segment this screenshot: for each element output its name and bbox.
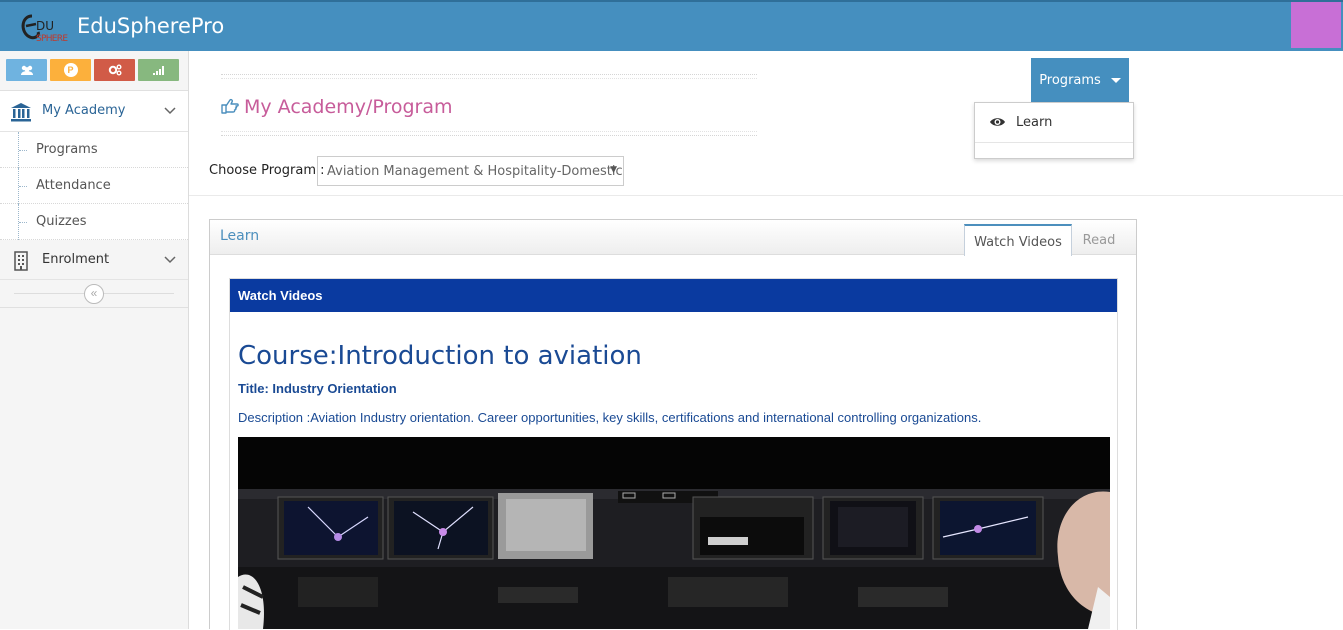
building-icon <box>14 251 28 271</box>
page-header: My Academy/Program <box>221 74 757 136</box>
sidebar-subitem-programs[interactable]: Programs <box>0 132 188 168</box>
sidebar-subitem-label: Programs <box>36 142 98 157</box>
program-select[interactable]: Aviation Management & Hospitality-Domest… <box>317 156 624 186</box>
sidebar-collapse-button[interactable]: « <box>84 284 104 304</box>
programs-button-label: Programs <box>1039 72 1101 88</box>
sidebar-subitem-attendance[interactable]: Attendance <box>0 168 188 204</box>
chevron-down-icon <box>164 107 176 115</box>
signal-icon <box>152 65 164 75</box>
shortcut-stats-button[interactable] <box>138 59 179 81</box>
cogs-icon <box>108 64 121 76</box>
widget-title: Learn <box>220 228 260 244</box>
widget-header: Learn Watch Videos Read <box>210 220 1136 256</box>
sidebar-subitem-label: Attendance <box>36 178 111 193</box>
programs-dropdown-menu: Learn <box>974 102 1134 159</box>
sidebar-item-label: Enrolment <box>42 252 110 267</box>
select-arrow-icon: ▼ <box>610 165 617 175</box>
course-title: Course:Introduction to aviation <box>238 341 642 371</box>
users-icon <box>20 65 33 75</box>
svg-text:SPHERE: SPHERE <box>36 34 68 44</box>
learn-widget: Learn Watch Videos Read Watch Videos Cou… <box>209 219 1137 630</box>
tab-watch-videos[interactable]: Watch Videos <box>964 224 1072 256</box>
cockpit-video-frame <box>238 437 1110 629</box>
program-select-value: Aviation Management & Hospitality-Domest… <box>327 164 623 179</box>
caret-down-icon <box>1110 77 1121 83</box>
shortcut-coins-button[interactable]: P <box>50 59 91 81</box>
sidebar-item-label: My Academy <box>42 103 126 118</box>
eye-icon <box>990 118 1005 126</box>
hand-pointer-icon <box>221 98 239 114</box>
brand-name[interactable]: EduSpherePro <box>77 14 224 38</box>
tab-read[interactable]: Read <box>1076 224 1122 256</box>
svg-text:DU: DU <box>36 19 54 33</box>
sidebar-collapse-row: « <box>0 280 188 308</box>
brand-logo[interactable]: DU SPHERE <box>18 10 72 44</box>
divider <box>189 195 1343 196</box>
chevron-down-icon <box>164 256 176 264</box>
programs-dropdown-button[interactable]: Programs <box>1031 58 1129 102</box>
shortcut-settings-button[interactable] <box>94 59 135 81</box>
sidebar-shortcuts: P <box>6 59 182 81</box>
dropdown-item-learn[interactable]: Learn <box>975 103 1133 143</box>
lesson-description: Description :Aviation Industry orientati… <box>238 410 982 425</box>
top-navbar: DU SPHERE EduSpherePro <box>0 0 1343 51</box>
video-player[interactable] <box>238 437 1110 629</box>
lesson-title: Title: Industry Orientation <box>238 381 397 396</box>
choose-program-label: Choose Program : <box>209 163 325 178</box>
sidebar-item-enrolment[interactable]: Enrolment <box>0 240 188 280</box>
sidebar-subitem-label: Quizzes <box>36 214 87 229</box>
sidebar: P My Academy Programs Attendance Quizzes… <box>0 51 189 629</box>
sidebar-menu: My Academy Programs Attendance Quizzes E… <box>0 90 188 308</box>
page-title: My Academy/Program <box>244 96 453 118</box>
shortcut-users-button[interactable] <box>6 59 47 81</box>
sidebar-subitem-quizzes[interactable]: Quizzes <box>0 204 188 240</box>
bank-icon <box>11 103 31 122</box>
panel-title: Watch Videos <box>230 279 1117 312</box>
dropdown-item-label: Learn <box>1016 115 1053 130</box>
sidebar-item-my-academy[interactable]: My Academy <box>0 91 188 132</box>
coin-icon: P <box>63 63 78 77</box>
user-avatar[interactable] <box>1291 2 1341 48</box>
watch-videos-panel: Watch Videos Course:Introduction to avia… <box>229 278 1118 630</box>
